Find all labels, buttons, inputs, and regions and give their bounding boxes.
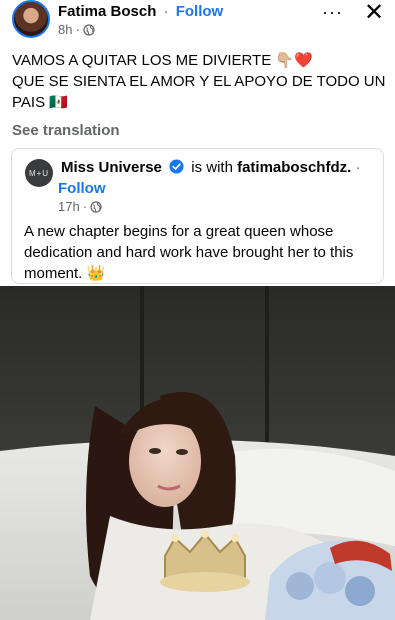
separator: ·: [355, 159, 361, 176]
shared-post-text: A new chapter begins for a great queen w…: [24, 223, 354, 282]
post-body: VAMOS A QUITAR LOS ME DIVIERTE 👇🏼❤️ QUE …: [12, 50, 386, 113]
separator: ·: [82, 199, 88, 214]
post-meta: 8h ·: [58, 22, 95, 37]
post-text-line: PAIS 🇲🇽: [12, 94, 68, 111]
author-avatar[interactable]: [12, 0, 50, 38]
post-text-line: QUE SE SIENTA EL AMOR Y EL APOYO DE TODO…: [12, 73, 386, 90]
post-time[interactable]: 8h: [58, 22, 72, 37]
globe-icon: [90, 200, 102, 213]
shared-post-meta: 17h ·: [58, 199, 102, 214]
tagged-user[interactable]: fatimaboschfdz.: [237, 159, 351, 176]
shared-follow-button[interactable]: Follow: [58, 180, 106, 197]
verified-badge-icon: [169, 159, 184, 174]
post-photo[interactable]: [0, 286, 395, 620]
author-name-row: Fatima Bosch · Follow: [58, 3, 223, 20]
post-text-line: VAMOS A QUITAR LOS ME DIVIERTE 👇🏼❤️: [12, 52, 313, 69]
shared-post-header: Miss Universe is with fatimaboschfdz. ·: [61, 159, 360, 176]
shared-author-name[interactable]: Miss Universe: [61, 159, 162, 176]
separator: ·: [75, 22, 80, 37]
photo-illustration: [0, 286, 395, 620]
more-options-icon[interactable]: ···: [322, 2, 343, 23]
author-name[interactable]: Fatima Bosch: [58, 3, 156, 20]
globe-icon: [83, 23, 95, 36]
miss-universe-avatar[interactable]: M+U: [25, 159, 53, 187]
shared-post-time[interactable]: 17h: [58, 199, 80, 214]
separator: ·: [163, 3, 169, 20]
post-header: Fatima Bosch · Follow 8h · ··· ✕: [0, 0, 395, 44]
shared-post-card[interactable]: M+U Miss Universe is with fatimaboschfdz…: [11, 148, 384, 284]
see-translation-link[interactable]: See translation: [12, 122, 120, 139]
follow-button[interactable]: Follow: [176, 3, 224, 20]
with-text: is with: [191, 159, 233, 176]
close-icon[interactable]: ✕: [364, 0, 384, 27]
